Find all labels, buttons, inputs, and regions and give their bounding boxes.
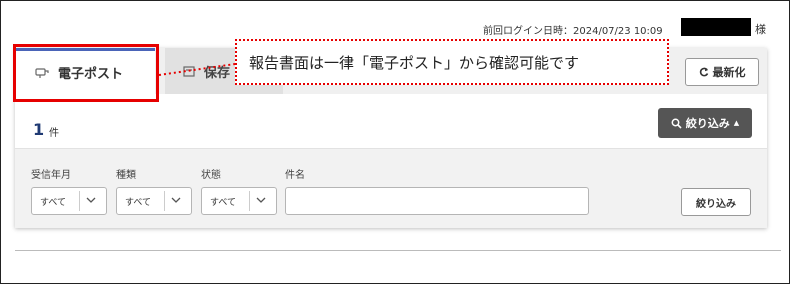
filter-panel: 受信年月 すべて 種類 すべて 状態 すべて 件名 絞り込み bbox=[15, 148, 767, 228]
tab-electronic-post[interactable]: 電子ポスト bbox=[15, 48, 155, 94]
type-label: 種類 bbox=[116, 170, 136, 181]
screenshot-frame: 前回ログイン日時：2024/07/23 10:09 様 電子ポスト 保存 最新化… bbox=[0, 0, 790, 284]
tab-archive-label: 保存 bbox=[204, 65, 231, 81]
subject-label: 件名 bbox=[285, 170, 305, 181]
refresh-button[interactable]: 最新化 bbox=[685, 58, 759, 86]
status-select[interactable]: すべて bbox=[201, 187, 277, 215]
caret-up-icon: ▲ bbox=[733, 119, 740, 127]
archive-icon bbox=[183, 65, 195, 77]
honorific-label: 様 bbox=[755, 23, 766, 36]
filter-toggle-button[interactable]: 絞り込み ▲ bbox=[658, 108, 752, 138]
chevron-down-icon bbox=[86, 197, 96, 203]
bottom-divider bbox=[15, 250, 781, 251]
filter-toggle-label: 絞り込み bbox=[685, 117, 730, 130]
select-divider bbox=[164, 191, 165, 211]
type-value: すべて bbox=[125, 198, 152, 208]
received-month-label: 受信年月 bbox=[31, 170, 71, 181]
search-icon bbox=[671, 118, 682, 129]
select-divider bbox=[79, 191, 80, 211]
refresh-icon bbox=[699, 67, 708, 77]
received-month-value: すべて bbox=[40, 198, 67, 208]
mailbox-icon bbox=[35, 67, 49, 78]
tab-electronic-post-label: 電子ポスト bbox=[58, 67, 124, 82]
type-select[interactable]: すべて bbox=[116, 187, 192, 215]
chevron-down-icon bbox=[256, 197, 266, 203]
received-month-select[interactable]: すべて bbox=[31, 187, 107, 215]
annotation-callout: 報告書面は一律「電子ポスト」から確認可能です bbox=[235, 39, 669, 85]
filter-apply-button[interactable]: 絞り込み bbox=[681, 188, 751, 216]
status-value: すべて bbox=[210, 198, 237, 208]
status-label: 状態 bbox=[201, 170, 221, 181]
subject-input[interactable] bbox=[285, 187, 589, 215]
chevron-down-icon bbox=[171, 197, 181, 203]
refresh-label: 最新化 bbox=[712, 66, 746, 79]
redacted-user-name bbox=[681, 18, 751, 36]
result-count-unit: 件 bbox=[49, 128, 59, 139]
select-divider bbox=[249, 191, 250, 211]
result-count: 1 bbox=[33, 120, 45, 139]
last-login-text: 前回ログイン日時：2024/07/23 10:09 bbox=[483, 26, 663, 37]
